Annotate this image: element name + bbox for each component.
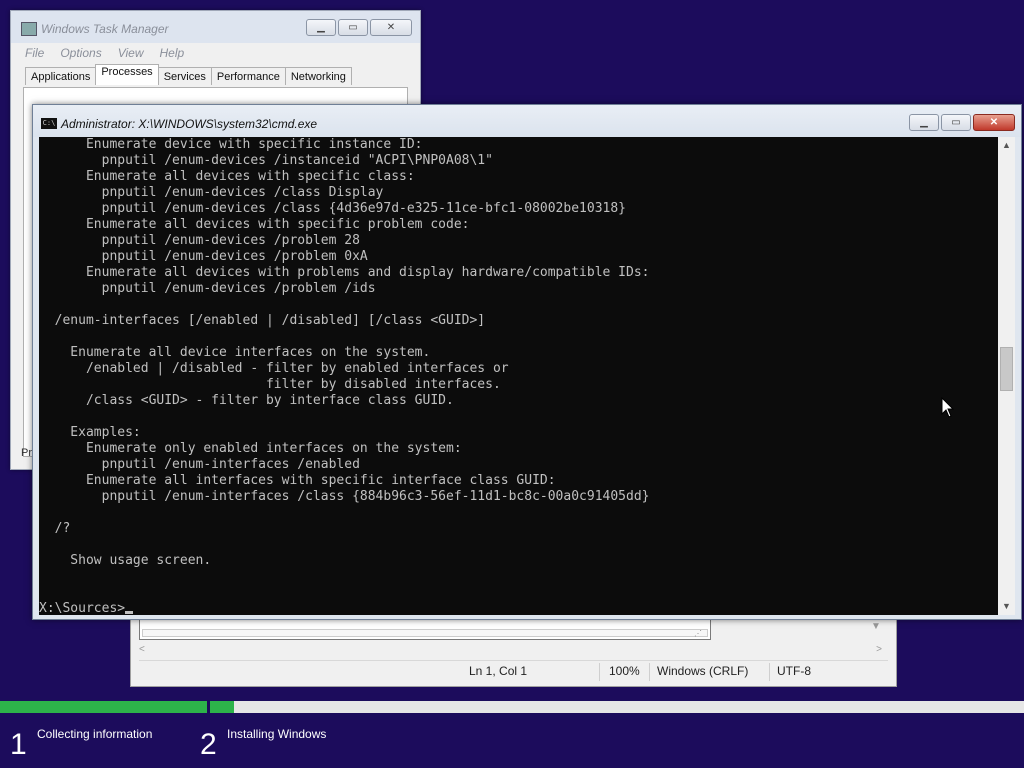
console-line: pnputil /enum-interfaces /class {884b96c… <box>39 489 650 504</box>
task-manager-titlebar[interactable]: Windows Task Manager ▁ ▭ ✕ <box>11 11 420 43</box>
scroll-up-arrow-icon[interactable]: ▲ <box>998 137 1015 154</box>
cmd-titlebar[interactable]: C:\ Administrator: X:\WINDOWS\system32\c… <box>33 105 1021 137</box>
cmd-title: Administrator: X:\WINDOWS\system32\cmd.e… <box>61 117 318 131</box>
encoding: UTF-8 <box>777 664 811 678</box>
step-number: 1 <box>10 728 27 761</box>
step-number: 2 <box>200 728 217 761</box>
console-line: /? <box>39 521 71 536</box>
line-ending: Windows (CRLF) <box>657 664 749 678</box>
menu-options[interactable]: Options <box>60 43 101 63</box>
close-icon: ✕ <box>989 117 999 128</box>
console-line: pnputil /enum-devices /problem 0xA <box>39 249 368 264</box>
console-line: Enumerate all devices with specific clas… <box>39 169 415 184</box>
console-line: pnputil /enum-devices /problem 28 <box>39 233 360 248</box>
resize-grip-icon[interactable]: ⋰ <box>694 629 702 638</box>
console-line: /enum-interfaces [/enabled | /disabled] … <box>39 313 486 328</box>
menu-view[interactable]: View <box>118 43 144 63</box>
cmd-close-button[interactable]: ✕ <box>973 114 1015 131</box>
step-label: Collecting information <box>37 727 153 741</box>
task-manager-icon <box>21 22 37 36</box>
notepad-status-bar: Ln 1, Col 1 100% Windows (CRLF) UTF-8 <box>139 660 888 683</box>
console-line: Enumerate all device interfaces on the s… <box>39 345 431 360</box>
minimize-button[interactable]: ▁ <box>306 19 336 36</box>
task-manager-menubar: File Options View Help <box>11 43 420 63</box>
maximize-icon: ▭ <box>951 117 961 128</box>
maximize-button[interactable]: ▭ <box>338 19 368 36</box>
tab-performance[interactable]: Performance <box>210 67 286 85</box>
console-line: /enabled | /disabled - filter by enabled… <box>39 361 509 376</box>
task-manager-status-text: Pr <box>21 447 32 459</box>
mouse-pointer-icon <box>941 397 955 418</box>
console-line: pnputil /enum-interfaces /enabled <box>39 457 360 472</box>
command-prompt[interactable]: X:\Sources> <box>39 601 649 615</box>
menu-help[interactable]: Help <box>160 43 185 63</box>
menu-file[interactable]: File <box>25 43 44 63</box>
console-line: pnputil /enum-devices /problem /ids <box>39 281 376 296</box>
maximize-icon: ▭ <box>348 22 358 33</box>
minimize-icon: ▁ <box>920 117 928 128</box>
notepad-window: ⋰ ▼ < > Ln 1, Col 1 100% Windows (CRLF) … <box>130 612 897 687</box>
prompt-text: X:\Sources> <box>39 601 126 615</box>
scroll-left-arrow-icon[interactable]: < <box>139 644 145 655</box>
scroll-down-arrow-icon[interactable]: ▼ <box>871 621 881 632</box>
setup-progress-bar <box>0 701 1024 714</box>
text-cursor <box>125 611 134 614</box>
cursor-position: Ln 1, Col 1 <box>469 664 528 678</box>
console-line: pnputil /enum-devices /instanceid "ACPI\… <box>39 153 493 168</box>
console-line: /class <GUID> - filter by interface clas… <box>39 393 454 408</box>
notepad-horizontal-scrollbar[interactable]: < > <box>139 641 882 657</box>
console-line: filter by disabled interfaces. <box>39 377 501 392</box>
scroll-down-arrow-icon[interactable]: ▼ <box>998 598 1015 615</box>
tab-processes[interactable]: Processes <box>95 64 159 85</box>
step-label: Installing Windows <box>227 727 327 741</box>
tab-applications[interactable]: Applications <box>25 67 97 85</box>
console-line: pnputil /enum-devices /class Display <box>39 185 384 200</box>
cmd-vertical-scrollbar[interactable]: ▲ ▼ <box>998 137 1015 615</box>
console-output[interactable]: Enumerate device with specific instance … <box>39 137 999 615</box>
tab-networking[interactable]: Networking <box>284 67 352 85</box>
console-line: Enumerate only enabled interfaces on the… <box>39 441 462 456</box>
close-button[interactable]: ✕ <box>370 19 412 36</box>
notepad-inner-scrollbar[interactable] <box>142 629 708 637</box>
tab-services[interactable]: Services <box>157 67 212 85</box>
console-line: Enumerate all interfaces with specific i… <box>39 473 556 488</box>
console-line: Enumerate all devices with specific prob… <box>39 217 470 232</box>
close-icon: ✕ <box>386 22 396 33</box>
zoom-level: 100% <box>609 664 640 678</box>
cmd-maximize-button[interactable]: ▭ <box>941 114 971 131</box>
task-manager-tabs: Applications Processes Services Performa… <box>25 64 352 85</box>
minimize-icon: ▁ <box>317 22 325 33</box>
progress-segment-installing <box>210 701 1024 713</box>
scroll-right-arrow-icon[interactable]: > <box>876 644 882 655</box>
cmd-minimize-button[interactable]: ▁ <box>909 114 939 131</box>
scrollbar-thumb[interactable] <box>1000 347 1013 391</box>
cmd-window: C:\ Administrator: X:\WINDOWS\system32\c… <box>32 104 1022 620</box>
task-manager-title: Windows Task Manager <box>41 22 169 36</box>
console-line: Show usage screen. <box>39 553 212 568</box>
cmd-icon: C:\ <box>41 118 57 129</box>
console-line: Enumerate device with specific instance … <box>39 137 423 152</box>
console-line: Examples: <box>39 425 141 440</box>
progress-segment-collecting <box>0 701 207 713</box>
console-line: pnputil /enum-devices /class {4d36e97d-e… <box>39 201 626 216</box>
console-line: Enumerate all devices with problems and … <box>39 265 650 280</box>
